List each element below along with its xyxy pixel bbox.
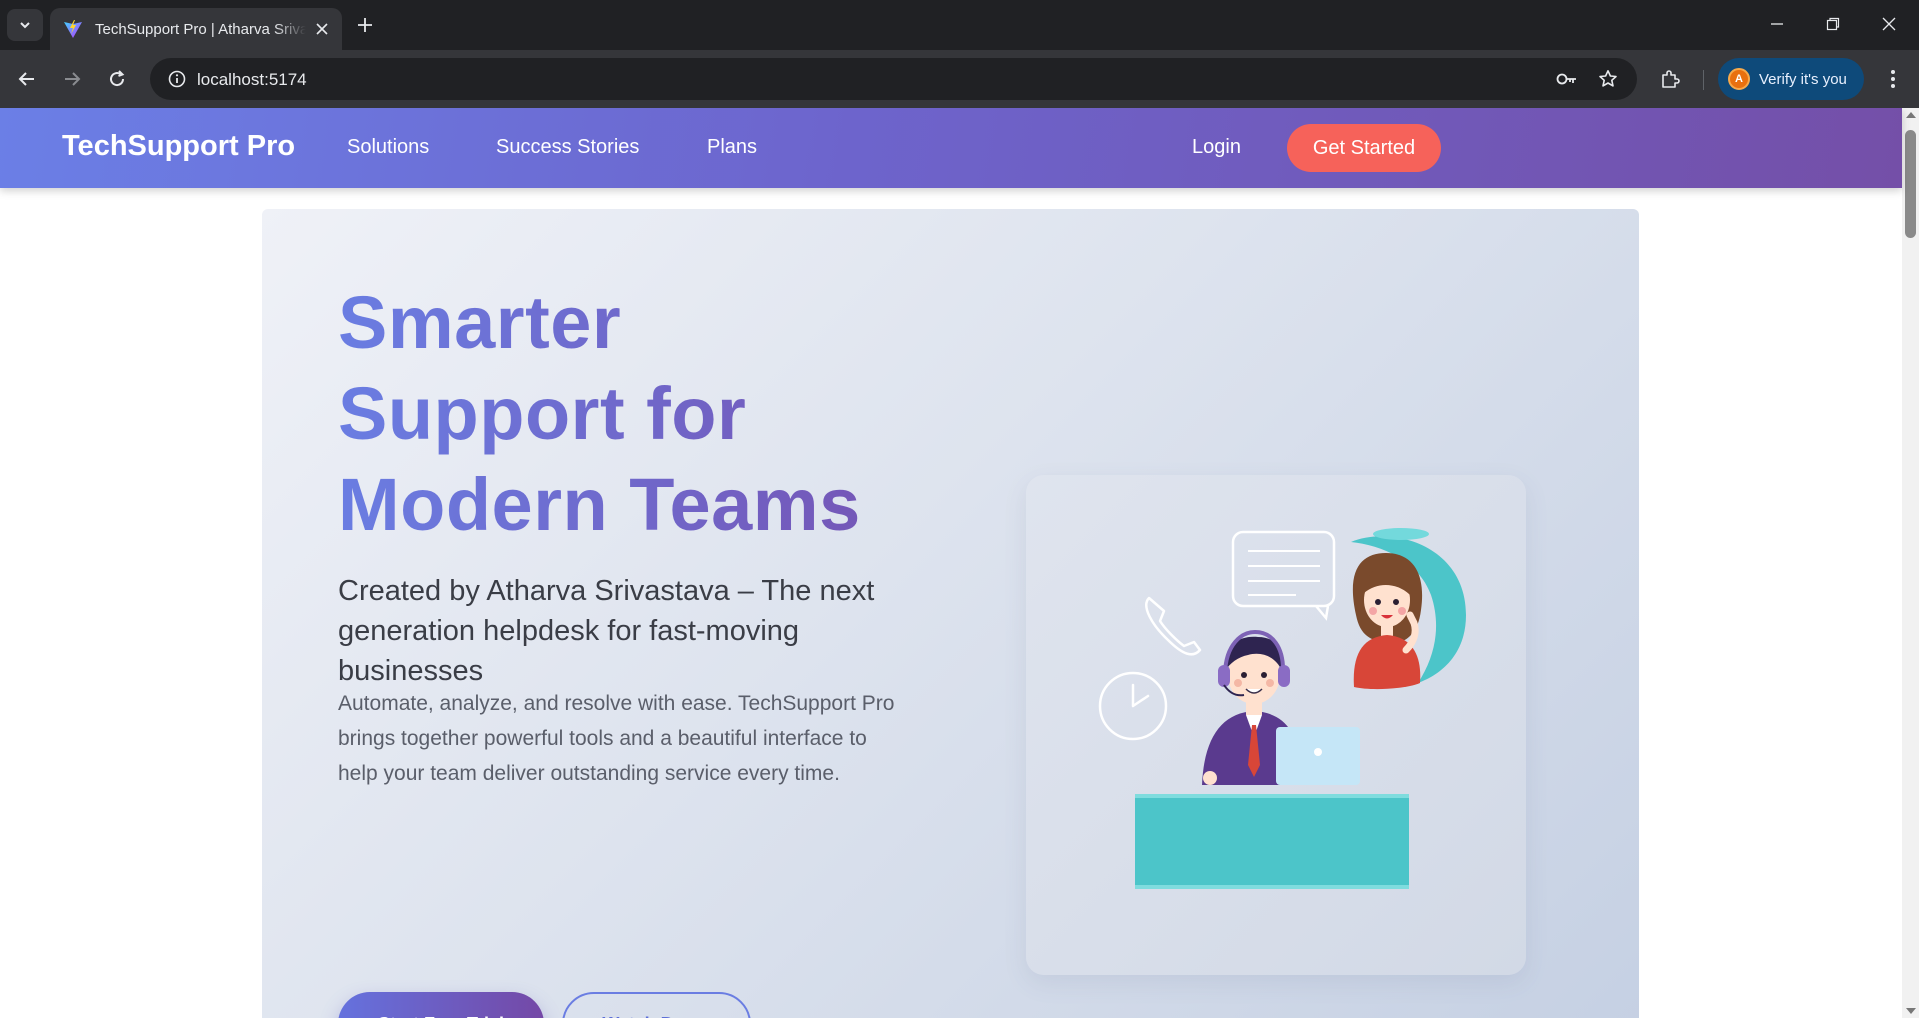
verify-identity-button[interactable]: A Verify it's you xyxy=(1718,58,1864,100)
nav-link-plans[interactable]: Plans xyxy=(707,136,757,159)
hero-section: Smarter Support for Modern Teams Created… xyxy=(262,209,1639,1018)
address-bar[interactable]: localhost:5174 xyxy=(150,58,1637,100)
hero-title: Smarter Support for Modern Teams xyxy=(338,277,958,550)
bookmark-star-icon xyxy=(1599,70,1617,87)
tab-close-button[interactable] xyxy=(312,19,332,39)
forward-arrow-icon xyxy=(65,72,81,86)
profile-avatar: A xyxy=(1728,68,1750,90)
reload-button[interactable] xyxy=(100,62,134,96)
toolbar-separator xyxy=(1703,70,1704,90)
chevron-down-icon xyxy=(20,22,30,29)
hero-title-line: Modern Teams xyxy=(338,463,861,546)
browser-toolbar: localhost:5174 A Verify it's you xyxy=(0,50,1919,108)
browser-tab-bar: TechSupport Pro | Atharva Srivastava xyxy=(0,0,1919,50)
watch-demo-button[interactable]: Watch Demo xyxy=(562,992,751,1018)
laptop-icon xyxy=(1276,727,1360,785)
scrollbar-thumb[interactable] xyxy=(1905,130,1916,238)
login-link[interactable]: Login xyxy=(1192,136,1241,159)
verify-label: Verify it's you xyxy=(1759,70,1847,88)
password-key-icon xyxy=(1556,73,1576,85)
hero-illustration-card xyxy=(1026,475,1526,975)
minimize-icon xyxy=(1771,23,1783,25)
forward-button[interactable] xyxy=(55,62,89,96)
close-icon xyxy=(316,23,328,35)
password-key-button[interactable] xyxy=(1550,62,1584,96)
hero-subtitle: Created by Atharva Srivastava – The next… xyxy=(338,575,875,687)
site-navbar: TechSupport Pro Solutions Success Storie… xyxy=(0,108,1902,188)
scroll-up-arrow-icon[interactable] xyxy=(1906,112,1916,118)
support-team-illustration xyxy=(1098,528,1466,889)
window-close-button[interactable] xyxy=(1860,0,1918,48)
browser-tab-active[interactable]: TechSupport Pro | Atharva Srivastava xyxy=(50,8,342,50)
woman-agent-figure xyxy=(1352,553,1423,690)
hero-title-line: Smarter xyxy=(338,281,622,364)
page-viewport: TechSupport Pro Solutions Success Storie… xyxy=(0,108,1919,1018)
page-scrollbar[interactable] xyxy=(1902,108,1919,1018)
browser-menu-button[interactable] xyxy=(1876,62,1910,96)
chat-bubble-icon xyxy=(1231,530,1336,621)
back-button[interactable] xyxy=(10,62,44,96)
more-vert-icon xyxy=(1891,70,1895,88)
nav-link-success-stories[interactable]: Success Stories xyxy=(496,136,639,159)
window-close-icon xyxy=(1882,17,1896,31)
nav-link-solutions[interactable]: Solutions xyxy=(347,136,429,159)
extensions-button[interactable] xyxy=(1653,62,1687,96)
tab-title: TechSupport Pro | Atharva Srivastava xyxy=(95,20,306,38)
vite-favicon-icon xyxy=(64,20,82,38)
minimize-button[interactable] xyxy=(1748,0,1806,48)
scroll-down-arrow-icon[interactable] xyxy=(1906,1008,1916,1014)
reload-icon xyxy=(110,70,125,87)
info-icon xyxy=(168,70,186,88)
hero-title-line: Support for xyxy=(338,372,747,455)
restore-button[interactable] xyxy=(1804,0,1862,48)
desk-shape xyxy=(1135,794,1409,889)
bookmark-button[interactable] xyxy=(1591,62,1625,96)
tab-search-button[interactable] xyxy=(7,9,43,41)
restore-icon xyxy=(1826,17,1840,31)
plus-icon xyxy=(358,18,372,32)
get-started-button[interactable]: Get Started xyxy=(1287,124,1441,172)
start-free-trial-button[interactable]: Start Free Trial xyxy=(338,992,544,1018)
hero-description: Automate, analyze, and resolve with ease… xyxy=(338,692,895,785)
brand-logo[interactable]: TechSupport Pro xyxy=(62,130,295,163)
phone-icon xyxy=(1145,596,1202,656)
back-arrow-icon xyxy=(18,72,34,86)
url-text[interactable]: localhost:5174 xyxy=(197,70,307,90)
clock-icon xyxy=(1098,671,1168,741)
site-info-button[interactable] xyxy=(160,62,194,96)
new-tab-button[interactable] xyxy=(350,10,380,40)
extensions-icon xyxy=(1662,70,1680,88)
